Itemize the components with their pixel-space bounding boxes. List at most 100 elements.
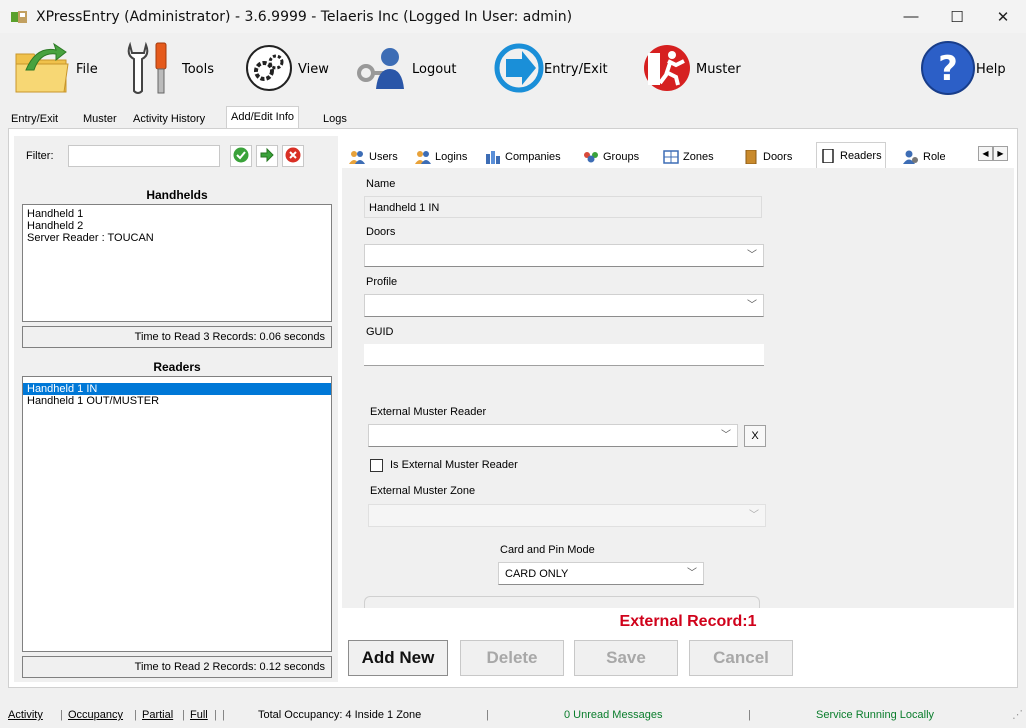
status-tab-activity-label: Activity — [8, 709, 43, 721]
view-menu-button[interactable]: View — [244, 39, 329, 99]
tab-scroll-left-button[interactable]: ◀ — [978, 146, 993, 161]
file-label: File — [76, 61, 98, 77]
tools-label: Tools — [182, 61, 215, 77]
list-item[interactable]: Server Reader : TOUCAN — [23, 232, 331, 244]
next-filter-button[interactable] — [256, 145, 278, 167]
filter-input[interactable] — [68, 145, 220, 167]
status-tab-activity[interactable]: Activity — [8, 704, 43, 726]
is-external-muster-reader-checkbox[interactable] — [370, 459, 383, 472]
tab-logins[interactable]: Logins — [412, 146, 470, 168]
minimize-button[interactable]: — — [888, 0, 934, 33]
chevron-down-icon: ﹀ — [749, 510, 759, 521]
status-tab-full-label: Full — [190, 709, 208, 721]
status-separator: | — [486, 709, 489, 721]
door-icon — [743, 149, 759, 165]
folder-icon — [12, 40, 72, 99]
name-field[interactable]: Handheld 1 IN — [364, 196, 762, 218]
status-separator: | — [214, 709, 217, 721]
card-pin-mode-value: CARD ONLY — [505, 568, 569, 580]
handhelds-title: Handhelds — [146, 188, 208, 202]
profile-select[interactable]: ﹀ — [364, 294, 764, 317]
external-muster-reader-label: External Muster Reader — [370, 406, 487, 418]
clear-filter-button[interactable] — [282, 145, 304, 167]
status-tab-full[interactable]: Full — [190, 704, 208, 726]
left-pane: Filter: Handhelds Handheld 1 Handheld 2 … — [14, 136, 338, 682]
user-key-icon — [356, 43, 408, 96]
readers-read-time: Time to Read 2 Records: 0.12 seconds — [22, 656, 332, 678]
delete-button[interactable]: Delete — [460, 640, 564, 676]
filter-label: Filter: — [26, 150, 54, 162]
service-status: Service Running Locally — [816, 709, 935, 721]
doors-select[interactable]: ﹀ — [364, 244, 764, 267]
unread-messages[interactable]: 0 Unread Messages — [564, 704, 662, 726]
tab-readers[interactable]: Readers — [816, 142, 886, 168]
apply-filter-button[interactable] — [230, 145, 252, 167]
arrow-right-icon — [259, 147, 275, 166]
status-separator: | — [134, 709, 137, 721]
tab-roles[interactable]: Role — [900, 146, 948, 168]
tab-roles-label: Role — [923, 151, 945, 163]
tab-doors[interactable]: Doors — [740, 146, 795, 168]
logout-button[interactable]: Logout — [356, 39, 457, 99]
maximize-button[interactable]: ☐ — [934, 0, 980, 33]
status-tab-occupancy-label: Occupancy — [68, 709, 124, 721]
title-bar: XPressEntry (Administrator) - 3.6.9999 -… — [0, 0, 1026, 33]
status-separator: | — [748, 709, 751, 721]
roles-icon — [903, 150, 919, 164]
tab-companies[interactable]: Companies — [482, 146, 564, 168]
tab-muster[interactable]: Muster — [78, 108, 122, 128]
save-button[interactable]: Save — [574, 640, 678, 676]
help-button[interactable]: ? Help — [920, 39, 1006, 99]
handhelds-list[interactable]: Handheld 1 Handheld 2 Server Reader : TO… — [22, 204, 332, 322]
list-item[interactable]: Handheld 1 — [23, 208, 331, 220]
tab-scroll-right-button[interactable]: ▶ — [993, 146, 1008, 161]
entry-exit-button[interactable]: Entry/Exit — [494, 39, 608, 99]
handhelds-read-time: Time to Read 3 Records: 0.06 seconds — [22, 326, 332, 348]
name-label: Name — [366, 178, 396, 190]
guid-field[interactable] — [364, 344, 764, 366]
status-tab-partial[interactable]: Partial — [142, 704, 173, 726]
muster-label: Muster — [696, 61, 741, 77]
tab-groups[interactable]: Groups — [580, 146, 642, 168]
zones-icon — [663, 150, 679, 164]
help-label: Help — [976, 61, 1006, 77]
scroll-left-icon: ◀ — [982, 149, 989, 158]
tab-companies-label: Companies — [505, 151, 561, 163]
users-icon — [349, 150, 365, 164]
clear-external-muster-reader-button[interactable]: X — [744, 425, 766, 447]
external-muster-reader-select[interactable]: ﹀ — [368, 424, 738, 447]
tab-zones[interactable]: Zones — [660, 146, 717, 168]
status-separator: | — [222, 709, 225, 721]
tab-add-edit-info[interactable]: Add/Edit Info — [226, 106, 299, 129]
list-item[interactable]: Handheld 1 OUT/MUSTER — [23, 395, 331, 407]
tab-zones-label: Zones — [683, 151, 714, 163]
tab-users-label: Users — [369, 151, 398, 163]
file-menu-button[interactable]: File — [12, 39, 98, 99]
readers-list[interactable]: Handheld 1 IN Handheld 1 OUT/MUSTER — [22, 376, 332, 652]
main-tabs: Entry/Exit Muster Activity History Add/E… — [0, 106, 1026, 129]
tab-users[interactable]: Users — [346, 146, 401, 168]
add-new-button[interactable]: Add New — [348, 640, 448, 676]
external-muster-zone-select[interactable]: ﹀ — [368, 504, 766, 527]
list-item-selected[interactable]: Handheld 1 IN — [23, 383, 331, 395]
cancel-button[interactable]: Cancel — [689, 640, 793, 676]
muster-button[interactable]: Muster — [640, 39, 741, 99]
list-item[interactable]: Handheld 2 — [23, 220, 331, 232]
cancel-icon — [285, 147, 301, 166]
resize-grip-icon[interactable]: ⋰ — [1012, 704, 1023, 726]
tab-entry-exit[interactable]: Entry/Exit — [6, 108, 63, 128]
status-tab-partial-label: Partial — [142, 709, 174, 721]
tab-logins-label: Logins — [435, 151, 468, 163]
tab-doors-label: Doors — [763, 151, 793, 163]
card-pin-mode-select[interactable]: CARD ONLY ﹀ — [498, 562, 704, 585]
card-pin-mode-label: Card and Pin Mode — [500, 544, 595, 556]
tab-activity-history[interactable]: Activity History — [128, 108, 210, 128]
tools-menu-button[interactable]: Tools — [122, 39, 214, 99]
close-button[interactable]: ✕ — [980, 0, 1026, 33]
status-tab-occupancy[interactable]: Occupancy — [68, 704, 123, 726]
tab-readers-label: Readers — [840, 149, 882, 162]
tab-logs[interactable]: Logs — [318, 108, 352, 128]
tab-groups-label: Groups — [603, 151, 640, 163]
status-separator: | — [60, 709, 63, 721]
gears-icon — [244, 43, 294, 96]
